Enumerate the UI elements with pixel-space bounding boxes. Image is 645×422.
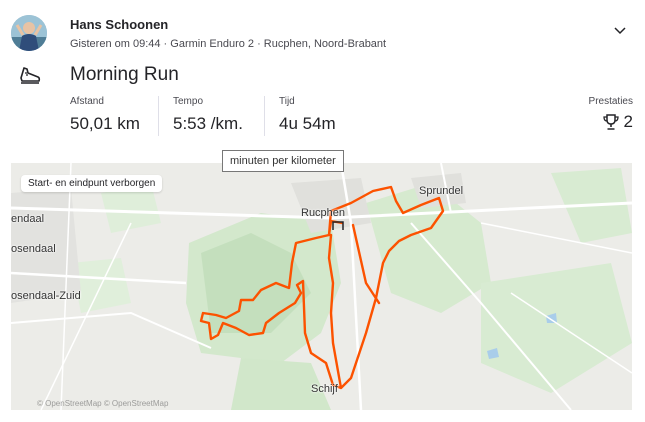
stat-pace: Tempo 5:53 /km. xyxy=(158,96,243,136)
achievements[interactable]: Prestaties 2 xyxy=(589,96,633,132)
stat-distance-value: 50,01 km xyxy=(70,114,140,133)
map-label-osendaal-zuid: osendaal-Zuid xyxy=(11,290,81,302)
achievements-label: Prestaties xyxy=(588,96,633,107)
map-label-endaal: endaal xyxy=(11,213,45,225)
stat-time-label: Tijd xyxy=(279,96,295,107)
trophy-icon xyxy=(602,114,619,130)
achievements-count: 2 xyxy=(623,112,633,131)
map-label-sprundel: Sprundel xyxy=(419,185,464,197)
activity-meta: Gisteren om 09:44 · Garmin Enduro 2 · Ru… xyxy=(70,38,387,50)
map-label-schijf: Schijf xyxy=(311,383,338,395)
stat-distance: Afstand 50,01 km xyxy=(70,96,140,136)
avatar-photo xyxy=(11,15,47,51)
privacy-badge: Start- en eindpunt verborgen xyxy=(21,175,163,192)
activity-title[interactable]: Morning Run xyxy=(70,64,179,86)
chevron-down-icon[interactable] xyxy=(612,24,628,38)
map-label-rucphen: Rucphen xyxy=(301,207,346,219)
stat-time-value: 4u 54m xyxy=(279,114,336,133)
stat-pace-value[interactable]: 5:53 /km. xyxy=(173,114,243,134)
avatar[interactable] xyxy=(11,15,47,51)
stat-distance-label: Afstand xyxy=(70,96,104,107)
stat-pace-label: Tempo xyxy=(173,96,204,107)
pace-tooltip: minuten per kilometer xyxy=(222,150,344,172)
athlete-name[interactable]: Hans Schoonen xyxy=(70,17,168,32)
map-label-osendaal: osendaal xyxy=(11,243,56,255)
map-attribution[interactable]: © OpenStreetMap © OpenStreetMap xyxy=(37,399,168,408)
activity-map[interactable]: Start- en eindpunt verborgen endaal osen… xyxy=(11,163,632,410)
map-canvas xyxy=(11,163,632,410)
running-shoe-icon xyxy=(20,67,41,84)
stat-time: Tijd 4u 54m xyxy=(264,96,336,136)
